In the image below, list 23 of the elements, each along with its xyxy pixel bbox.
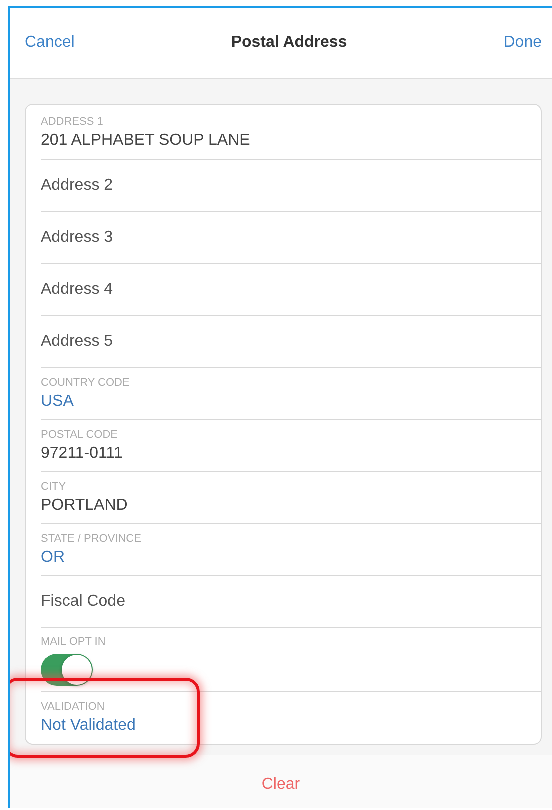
- input-field[interactable]: Address 3: [41, 229, 341, 247]
- field-value: 201 ALPHABET SOUP LANE: [41, 132, 250, 150]
- field-label: MAIL OPT IN: [41, 636, 106, 648]
- field-value: 97211-0111: [41, 445, 123, 463]
- picker-value[interactable]: OR: [41, 549, 65, 567]
- field-label: STATE / PROVINCE: [41, 533, 142, 545]
- field-value: PORTLAND: [41, 497, 128, 515]
- done-button[interactable]: Done: [504, 34, 542, 52]
- field-label: POSTAL CODE: [41, 429, 118, 441]
- picker-value[interactable]: Not Validated: [41, 717, 136, 735]
- picker-value[interactable]: USA: [41, 393, 74, 411]
- field-label: CITY: [41, 481, 66, 493]
- input-field[interactable]: Address 2: [41, 177, 341, 195]
- field-label: ADDRESS 1: [41, 116, 104, 128]
- toggle-switch[interactable]: [41, 654, 93, 686]
- input-field[interactable]: Address 4: [41, 281, 341, 299]
- window-title: Postal Address: [231, 34, 348, 52]
- input-field[interactable]: Address 5: [41, 333, 341, 351]
- cancel-button[interactable]: Cancel: [25, 34, 75, 52]
- field-label: VALIDATION: [41, 701, 105, 713]
- clear-button[interactable]: Clear: [256, 775, 306, 795]
- input-field[interactable]: Fiscal Code: [41, 593, 341, 611]
- field-label: COUNTRY CODE: [41, 377, 130, 389]
